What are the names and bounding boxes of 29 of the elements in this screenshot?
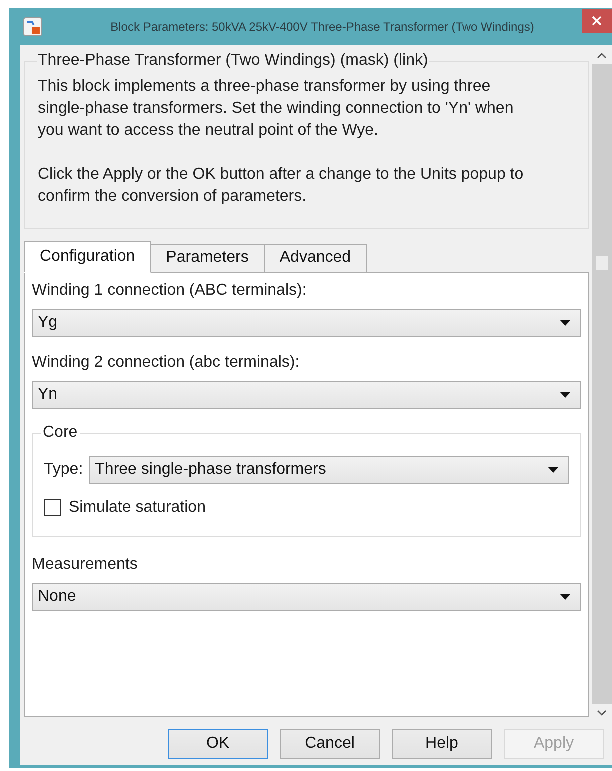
dialog-button[interactable]: Help [392,729,492,759]
field-label: Measurements [32,554,139,575]
description-text: This block implements a three-phase transformer by using three single-phase transformers. Set the winding connection to 'Yn' when you want to access the neutral point of the Wye. [38,77,515,141]
dropdown[interactable]: Yn [32,380,581,409]
dropdown[interactable]: Three single-phase transformers [89,456,569,484]
dialog-button[interactable]: Cancel [280,729,380,759]
dialog-button[interactable]: OK [168,729,268,759]
dropdown[interactable]: Yg [32,308,581,337]
checkbox-label: Simulate saturation [69,498,206,518]
caret-icon [560,320,571,326]
close-icon [592,16,602,26]
scroll-down-icon [597,710,607,717]
field-label: Type: [44,460,84,480]
app-icon [23,16,43,36]
caret-icon [560,594,571,600]
tab[interactable]: Advanced [264,244,368,273]
field-label: Winding 2 connection (abc terminals): [32,352,301,373]
scroll-up-icon [597,52,607,59]
window-title: Block Parameters: 50kVA 25kV-400V Three-Phase Transformer (Two Windings) [110,18,536,36]
group-title: Three-Phase Transformer (Two Windings) (mask) (link) [37,51,430,71]
caret-icon [560,392,571,398]
dropdown[interactable]: None [32,582,581,611]
tab[interactable]: Configuration [24,240,152,273]
checkbox[interactable] [44,499,61,516]
description-text: Click the Apply or the OK button after a change to the Units popup to confirm the conversion of parameters. [38,165,524,207]
caret-icon [548,466,559,473]
scroll-thumb[interactable] [596,256,608,270]
close-button[interactable] [582,8,612,32]
field-label: Winding 1 connection (ABC terminals): [32,280,308,301]
